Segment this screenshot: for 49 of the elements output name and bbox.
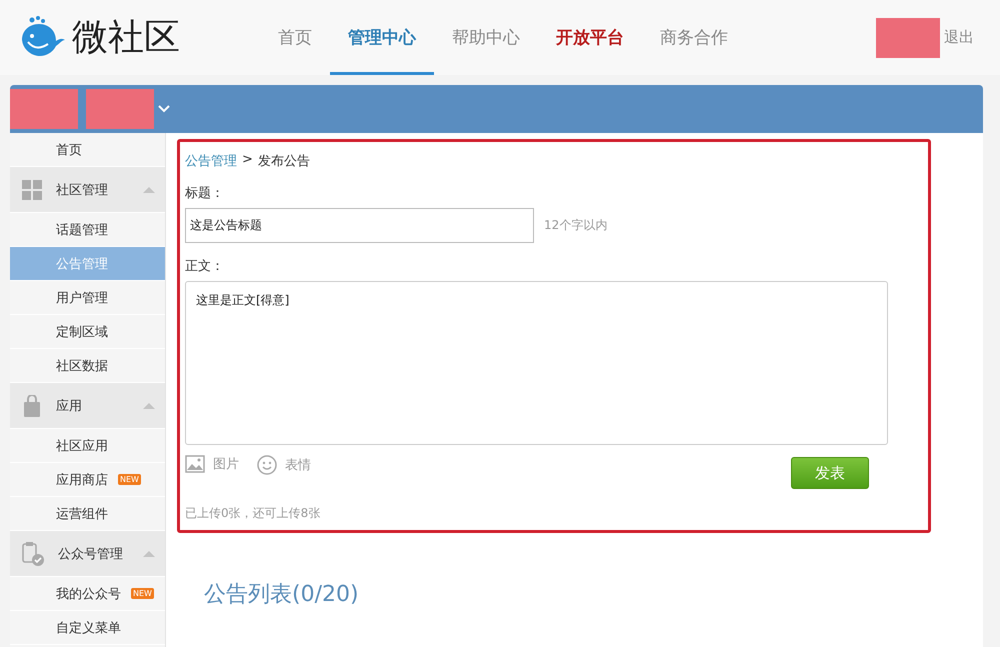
new-badge: NEW [118,474,141,485]
nav-tab[interactable]: 开放平台 [538,0,642,75]
item-label: 社区数据 [56,358,108,374]
title-field[interactable]: 这是公告标题 [185,208,534,243]
group-label: 公众号管理 [58,546,123,562]
item-label: 社区应用 [56,438,108,454]
logo-text: 微社区 [72,16,180,60]
collapse-icon [143,550,155,557]
sidebar-item[interactable]: 用户管理 [10,281,165,315]
breadcrumb-current: 发布公告 [258,153,310,170]
sidebar-item[interactable]: 自定义菜单 [10,611,165,645]
list-title: 公告列表(0/20) [204,581,360,609]
item-label: 应用商店 [56,472,108,488]
collapse-icon [143,402,155,409]
body-field[interactable]: 这里是正文[得意] [185,281,888,445]
bag-icon [22,394,42,416]
redaction-block [86,89,154,129]
breadcrumb-separator: > [242,152,253,169]
sidebar-group[interactable]: 应用 [10,383,165,429]
group-label: 社区管理 [56,182,108,198]
smiley-icon [257,455,277,475]
body-label: 正文： [185,258,225,275]
item-label: 话题管理 [56,222,108,238]
item-label: 自定义菜单 [56,620,121,636]
group-label: 应用 [56,398,82,414]
grid-icon [22,180,42,200]
new-badge: NEW [131,588,154,599]
chevron-down-icon[interactable] [158,105,170,113]
item-label: 公告管理 [56,256,108,272]
image-icon [185,455,205,473]
item-label: 定制区域 [56,324,108,340]
breadcrumb-link[interactable]: 公告管理 [185,152,237,170]
sidebar-group[interactable]: 公众号管理 [10,531,165,577]
upload-status: 已上传0张，还可上传8张 [185,505,322,522]
sidebar-item[interactable]: 我的公众号 NEW [10,577,165,611]
item-label: 用户管理 [56,290,108,306]
title-label: 标题： [185,185,225,202]
item-label: 我的公众号 [56,586,121,602]
sidebar-item[interactable]: 应用商店 NEW [10,463,165,497]
redaction-block [876,18,940,58]
clipboard-check-icon [22,542,44,566]
item-label: 运营组件 [56,506,108,522]
collapse-icon [143,186,155,193]
sidebar-item[interactable]: 定制区域 [10,315,165,349]
redaction-block [10,89,78,129]
title-hint: 12个字以内 [544,217,608,234]
sidebar-item[interactable]: 社区应用 [10,429,165,463]
sidebar-group[interactable]: 社区管理 [10,167,165,213]
nav-tab[interactable]: 管理中心 [330,0,434,75]
